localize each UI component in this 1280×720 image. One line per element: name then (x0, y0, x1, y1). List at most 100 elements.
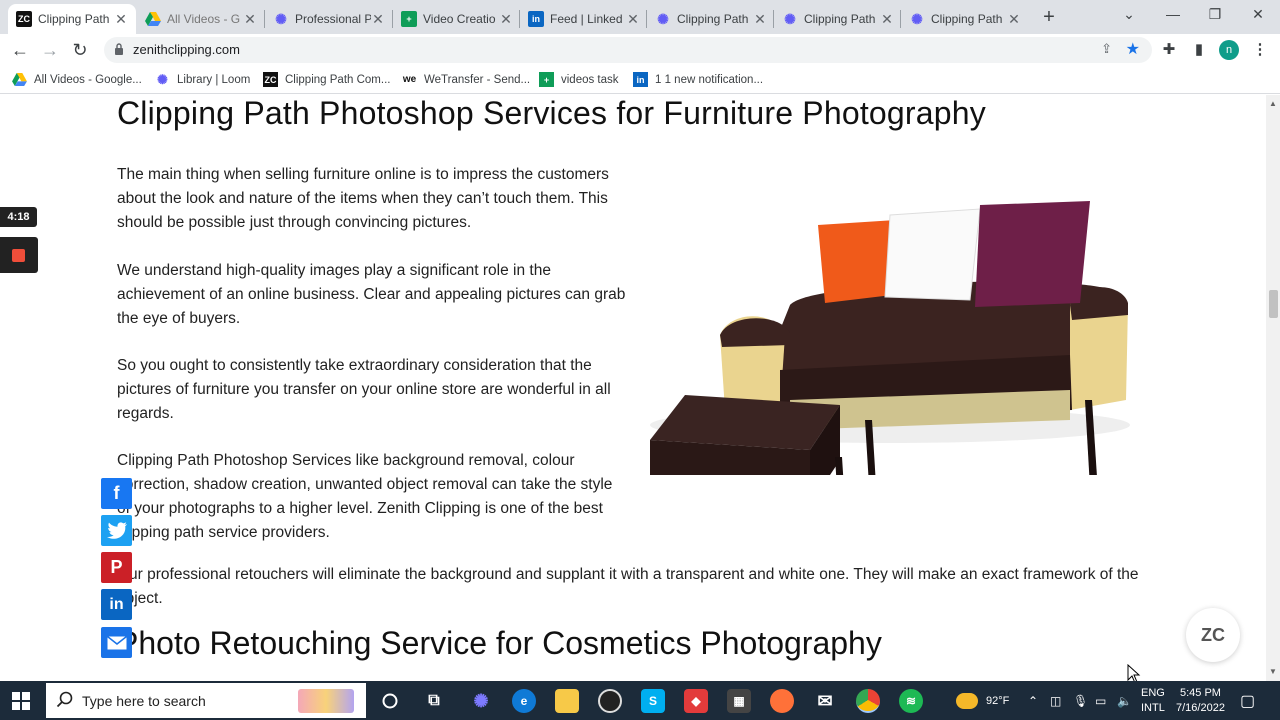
sofa-product-image (650, 201, 1130, 475)
bookmark-linkedin[interactable]: in 1 1 new notification... (633, 72, 763, 87)
bookmark-clipping-path[interactable]: ZC Clipping Path Com... (263, 72, 390, 87)
section-heading: Photo Retouching Service for Cosmetics P… (117, 625, 882, 661)
anydesk-icon[interactable]: ◆ (684, 689, 708, 713)
windows-start-icon[interactable] (12, 692, 30, 710)
scroll-down-arrow-icon[interactable]: ▼ (1269, 667, 1277, 676)
weather-widget[interactable]: 92°F (956, 681, 1009, 720)
tab-all-videos[interactable]: All Videos - G ✕ (137, 4, 265, 34)
tab-clipping-path-2[interactable]: ✺ Clipping Path ✕ (647, 4, 775, 34)
url-text: zenithclipping.com (133, 42, 240, 57)
profile-avatar[interactable]: n (1219, 40, 1239, 60)
cortana-icon[interactable] (378, 689, 402, 713)
pinterest-share-button[interactable]: P (101, 552, 132, 583)
bookmark-label: Clipping Path Com... (285, 73, 391, 86)
side-panel-icon[interactable]: ▮ (1190, 41, 1208, 59)
notification-center-icon[interactable]: ▢ (1240, 681, 1255, 720)
clock[interactable]: 5:45 PM 7/16/2022 (1176, 681, 1225, 720)
microsoft-store-icon[interactable]: ▦ (727, 689, 751, 713)
chrome-icon[interactable] (856, 689, 880, 713)
close-window-button[interactable]: ✕ (1243, 6, 1273, 23)
firefox-icon[interactable] (770, 689, 794, 713)
spotify-icon[interactable]: ≋ (899, 689, 923, 713)
reload-button[interactable]: ↻ (69, 39, 91, 61)
mail-icon[interactable]: ✉ (813, 689, 837, 713)
google-sheets-icon: + (539, 72, 554, 87)
tab-clipping-path-3[interactable]: ✺ Clipping Path ✕ (774, 4, 902, 34)
tab-linkedin-feed[interactable]: in Feed | Linked ✕ (520, 4, 648, 34)
skype-icon[interactable]: S (641, 689, 665, 713)
loom-icon: ✺ (157, 71, 168, 87)
new-tab-button[interactable]: + (1040, 6, 1058, 28)
tab-title: Clipping Path (804, 12, 876, 26)
lock-icon (115, 43, 123, 55)
close-icon[interactable]: ✕ (1007, 11, 1021, 28)
meet-now-icon[interactable]: ◫ (1050, 681, 1061, 720)
taskbar-search-input[interactable]: Type here to search (46, 683, 366, 718)
twitter-share-button[interactable] (101, 515, 132, 546)
menu-kebab-icon[interactable]: ⋮ (1251, 41, 1269, 59)
google-drive-icon (145, 11, 161, 27)
bookmark-loom-library[interactable]: ✺ Library | Loom (155, 72, 250, 87)
show-hidden-icons-chevron-icon[interactable]: ⌃ (1028, 681, 1038, 720)
close-icon[interactable]: ✕ (114, 11, 128, 28)
tab-video-creation[interactable]: + Video Creatio ✕ (393, 4, 521, 34)
language-indicator[interactable]: ENG INTL (1141, 681, 1165, 720)
badge-text: ZC (1201, 624, 1225, 645)
bookmark-all-videos[interactable]: All Videos - Google... (12, 72, 142, 87)
close-icon[interactable]: ✕ (371, 11, 385, 28)
loom-icon[interactable]: ✺ (469, 689, 493, 713)
task-view-icon[interactable]: ⧉ (422, 689, 446, 713)
obs-icon[interactable] (598, 689, 622, 713)
forward-button[interactable]: → (39, 39, 61, 61)
browser-tab-strip: ZC Clipping Path ✕ All Videos - G ✕ ✺ Pr… (0, 0, 1280, 34)
paragraph: We understand high-quality images play a… (117, 262, 626, 327)
tab-clipping-path-active[interactable]: ZC Clipping Path ✕ (8, 4, 136, 34)
zc-chat-badge[interactable]: ZC (1186, 608, 1240, 662)
back-button[interactable]: ← (9, 39, 31, 61)
share-icon[interactable]: ⇪ (1101, 41, 1112, 57)
linkedin-icon: in (528, 11, 544, 27)
bookmark-label: videos task (561, 73, 619, 86)
restore-button[interactable]: ❐ (1200, 6, 1230, 23)
clock-date: 7/16/2022 (1176, 701, 1225, 714)
microphone-icon[interactable]: 🎙 (1073, 681, 1088, 720)
stop-recording-button[interactable] (0, 237, 38, 273)
address-bar[interactable]: zenithclipping.com ⇪ ★ (104, 37, 1152, 63)
bookmark-label: All Videos - Google... (34, 73, 142, 86)
close-icon[interactable]: ✕ (499, 11, 513, 28)
google-drive-icon (12, 72, 27, 87)
page-scrollbar[interactable]: ▲ ▼ (1266, 95, 1280, 681)
zc-favicon: ZC (263, 72, 278, 87)
network-icon[interactable]: ▭ (1095, 681, 1106, 720)
scroll-up-arrow-icon[interactable]: ▲ (1269, 99, 1277, 108)
close-icon[interactable]: ✕ (880, 11, 894, 28)
linkedin-share-button[interactable]: in (101, 589, 132, 620)
file-explorer-icon[interactable] (555, 689, 579, 713)
bookmark-wetransfer[interactable]: we WeTransfer - Send... (402, 72, 530, 87)
tab-search-chevron-icon[interactable]: ⌄ (1114, 6, 1144, 23)
extensions-puzzle-icon[interactable]: ✚ (1160, 41, 1178, 59)
mail-icon (106, 635, 127, 649)
linkedin-icon: in (633, 72, 648, 87)
close-icon[interactable]: ✕ (753, 11, 767, 28)
volume-icon[interactable]: 🔈 (1117, 681, 1132, 720)
search-icon (56, 691, 73, 708)
tab-professional[interactable]: ✺ Professional P ✕ (265, 4, 393, 34)
minimize-button[interactable]: — (1158, 6, 1188, 22)
scrollbar-thumb[interactable] (1269, 290, 1278, 318)
clock-time: 5:45 PM (1179, 686, 1221, 699)
tab-title: Feed | Linked (550, 12, 623, 26)
temperature-text: 92°F (986, 694, 1010, 707)
close-icon[interactable]: ✕ (243, 11, 257, 28)
bookmark-star-icon[interactable]: ★ (1126, 39, 1140, 59)
paragraph: Our professional retouchers will elimina… (117, 566, 1139, 607)
email-share-button[interactable] (101, 627, 132, 658)
close-icon[interactable]: ✕ (626, 11, 640, 28)
facebook-share-button[interactable]: f (101, 478, 132, 509)
search-highlight-icon (298, 689, 354, 713)
edge-icon[interactable]: e (512, 689, 536, 713)
tab-clipping-path-4[interactable]: ✺ Clipping Path ✕ (901, 4, 1029, 34)
bookmark-videos-task[interactable]: + videos task (539, 72, 619, 87)
loom-icon: ✺ (275, 10, 287, 27)
tab-title: Clipping Path (38, 12, 110, 26)
